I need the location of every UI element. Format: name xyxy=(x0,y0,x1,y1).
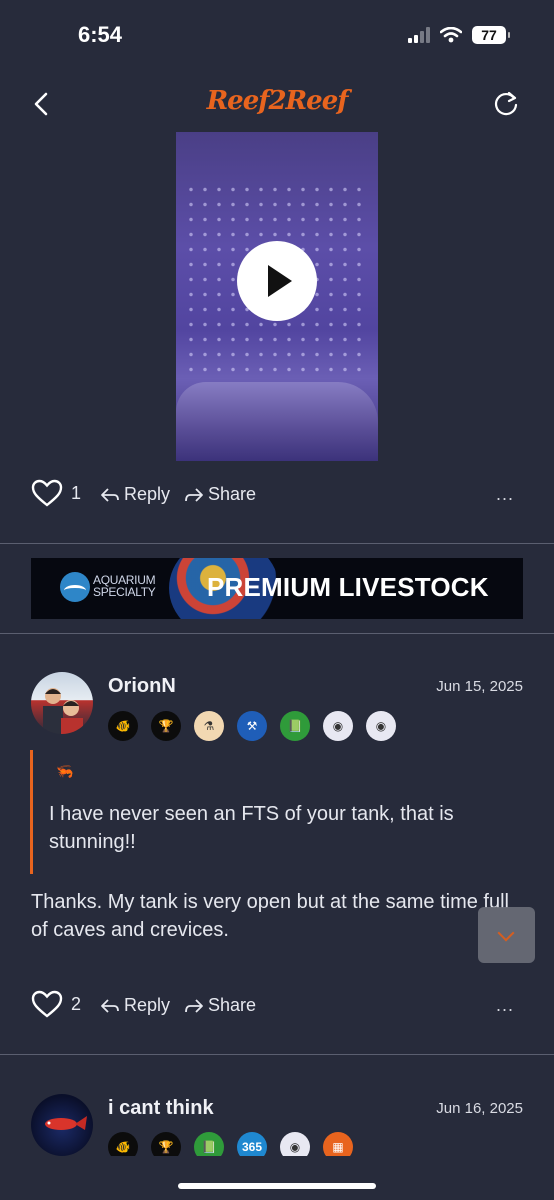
post-date[interactable]: Jun 16, 2025 xyxy=(436,1100,523,1117)
trophy-badge-icon[interactable]: 🏆 xyxy=(151,711,181,741)
post-body: Thanks. My tank is very open but at the … xyxy=(31,891,509,941)
reply-button[interactable]: Reply xyxy=(100,484,170,505)
more-options-button[interactable]: ... xyxy=(496,995,514,1016)
fishbowl-badge-2-icon[interactable]: ◉ xyxy=(366,711,396,741)
username[interactable]: i cant think xyxy=(108,1097,214,1120)
video-post-actions: 1 xyxy=(31,479,81,507)
reply-button[interactable]: Reply xyxy=(100,995,170,1016)
rockwork xyxy=(176,382,378,461)
trophy-badge-icon[interactable]: 🏆 xyxy=(151,1132,181,1156)
like-count: 1 xyxy=(71,482,82,503)
play-button-icon[interactable] xyxy=(237,241,317,321)
clownfish-badge-icon[interactable]: 🐠 xyxy=(108,711,138,741)
shrimp-icon: 🦐 xyxy=(56,763,74,779)
clownfish-badge-icon[interactable]: 🐠 xyxy=(108,1132,138,1156)
like-heart-icon[interactable] xyxy=(31,990,63,1018)
status-icons: 77 xyxy=(408,26,510,44)
more-options-button[interactable]: ... xyxy=(496,484,514,505)
aquarium-specialty-logo-icon xyxy=(60,572,90,602)
reply-arrow-icon xyxy=(101,487,119,502)
user-badges: 🐠 🏆 ⚗ ⚒ 📗 ◉ ◉ xyxy=(108,711,396,741)
site-logo[interactable]: Reef2Reef xyxy=(0,86,554,116)
home-indicator xyxy=(178,1183,376,1189)
avatar-photo xyxy=(43,688,83,734)
journal-badge-icon[interactable]: 📗 xyxy=(280,711,310,741)
ad-brand-line2: SPECIALTY xyxy=(93,585,156,599)
like-count: 2 xyxy=(71,993,82,1014)
quote-text: I have never seen an FTS of your tank, t… xyxy=(49,803,454,853)
post1-actions: 2 xyxy=(31,990,81,1018)
username[interactable]: OrionN xyxy=(108,675,176,698)
wifi-icon xyxy=(440,27,462,43)
share-arrow-icon xyxy=(185,487,203,502)
fishbowl-badge-icon[interactable]: ◉ xyxy=(280,1132,310,1156)
share-label: Share xyxy=(208,995,257,1015)
tools-badge-icon[interactable]: ⚒ xyxy=(237,711,267,741)
calendar-badge-icon[interactable]: ▦ xyxy=(323,1132,353,1156)
ad-headline: PREMIUM LIVESTOCK xyxy=(207,572,489,602)
like-heart-icon[interactable] xyxy=(31,479,63,507)
post-date[interactable]: Jun 15, 2025 xyxy=(436,678,523,695)
video-thumbnail[interactable] xyxy=(176,132,378,461)
avatar[interactable] xyxy=(31,672,93,734)
status-time: 6:54 xyxy=(78,22,123,47)
reef-badge-icon[interactable]: ⚗ xyxy=(194,711,224,741)
journal-badge-icon[interactable]: 📗 xyxy=(194,1132,224,1156)
refresh-icon[interactable] xyxy=(492,90,520,118)
share-button[interactable]: Share xyxy=(184,484,256,505)
ad-brand: AQUARIUM SPECIALTY xyxy=(93,574,156,599)
share-button[interactable]: Share xyxy=(184,995,256,1016)
365-badge-icon[interactable]: 365 xyxy=(237,1132,267,1156)
ad-banner[interactable]: AQUARIUM SPECIALTY PREMIUM LIVESTOCK xyxy=(31,558,523,619)
divider xyxy=(0,633,554,634)
reply-label: Reply xyxy=(124,484,171,504)
reply-arrow-icon xyxy=(101,998,119,1013)
divider xyxy=(0,543,554,544)
share-label: Share xyxy=(208,484,257,504)
cellular-signal-icon xyxy=(408,27,430,43)
share-arrow-icon xyxy=(185,998,203,1013)
user-badges: 🐠 🏆 📗 365 ◉ ▦ xyxy=(108,1132,353,1156)
battery-icon: 77 xyxy=(472,26,510,44)
avatar-fish-photo xyxy=(45,1116,87,1130)
reply-label: Reply xyxy=(124,995,171,1015)
fishbowl-badge-icon[interactable]: ◉ xyxy=(323,711,353,741)
avatar[interactable] xyxy=(31,1094,93,1156)
divider xyxy=(0,1054,554,1055)
quote-bar xyxy=(30,750,33,874)
scroll-down-button[interactable] xyxy=(478,907,535,963)
